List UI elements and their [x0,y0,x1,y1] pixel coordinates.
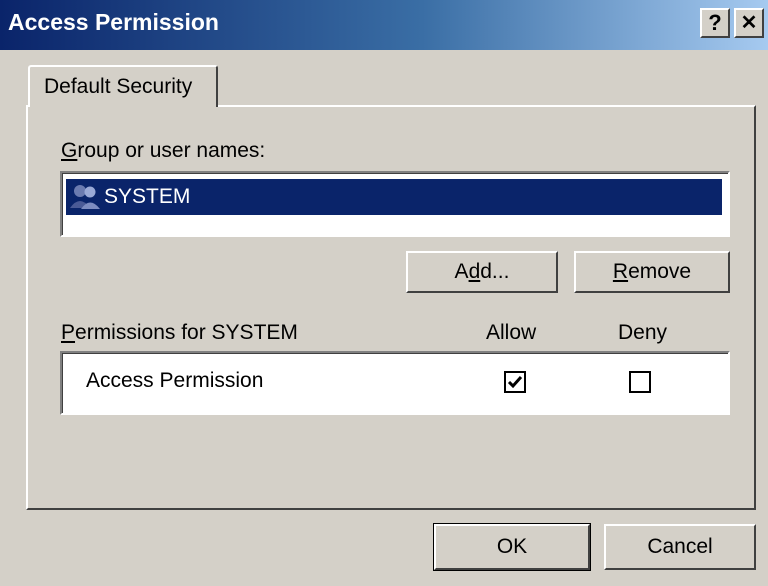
close-button[interactable]: ✕ [734,8,764,38]
permission-name: Access Permission [86,369,264,392]
user-name: SYSTEM [104,185,191,208]
ok-button[interactable]: OK [433,523,591,571]
add-button[interactable]: Ad d... [406,251,558,293]
cancel-button[interactable]: Cancel [604,524,756,570]
group-icon [70,185,100,209]
tab-default-security[interactable]: Default Security [28,65,218,107]
tab-panel: Group or user names: SYSTEM Ad d... Remov… [26,105,756,510]
allow-checkbox[interactable] [504,371,526,393]
checkmark-icon [507,376,523,389]
group-label: Group or user names: [61,139,266,162]
user-list[interactable]: SYSTEM [60,171,730,237]
allow-column-header: Allow [486,321,537,344]
remove-button[interactable]: Remove [574,251,730,293]
deny-column-header: Deny [618,321,668,344]
permissions-list: Access Permission [60,351,730,415]
user-list-item[interactable]: SYSTEM [66,179,722,215]
help-button[interactable]: ? [700,8,730,38]
help-icon: ? [708,10,722,35]
window-title: Access Permission [8,9,219,35]
title-bar[interactable]: Access Permission ? ✕ [0,0,768,50]
close-icon: ✕ [740,12,758,34]
permissions-label: Permissions for SYSTEM [61,321,298,344]
tab-label: Default Security [44,75,193,98]
deny-checkbox[interactable] [629,371,651,393]
